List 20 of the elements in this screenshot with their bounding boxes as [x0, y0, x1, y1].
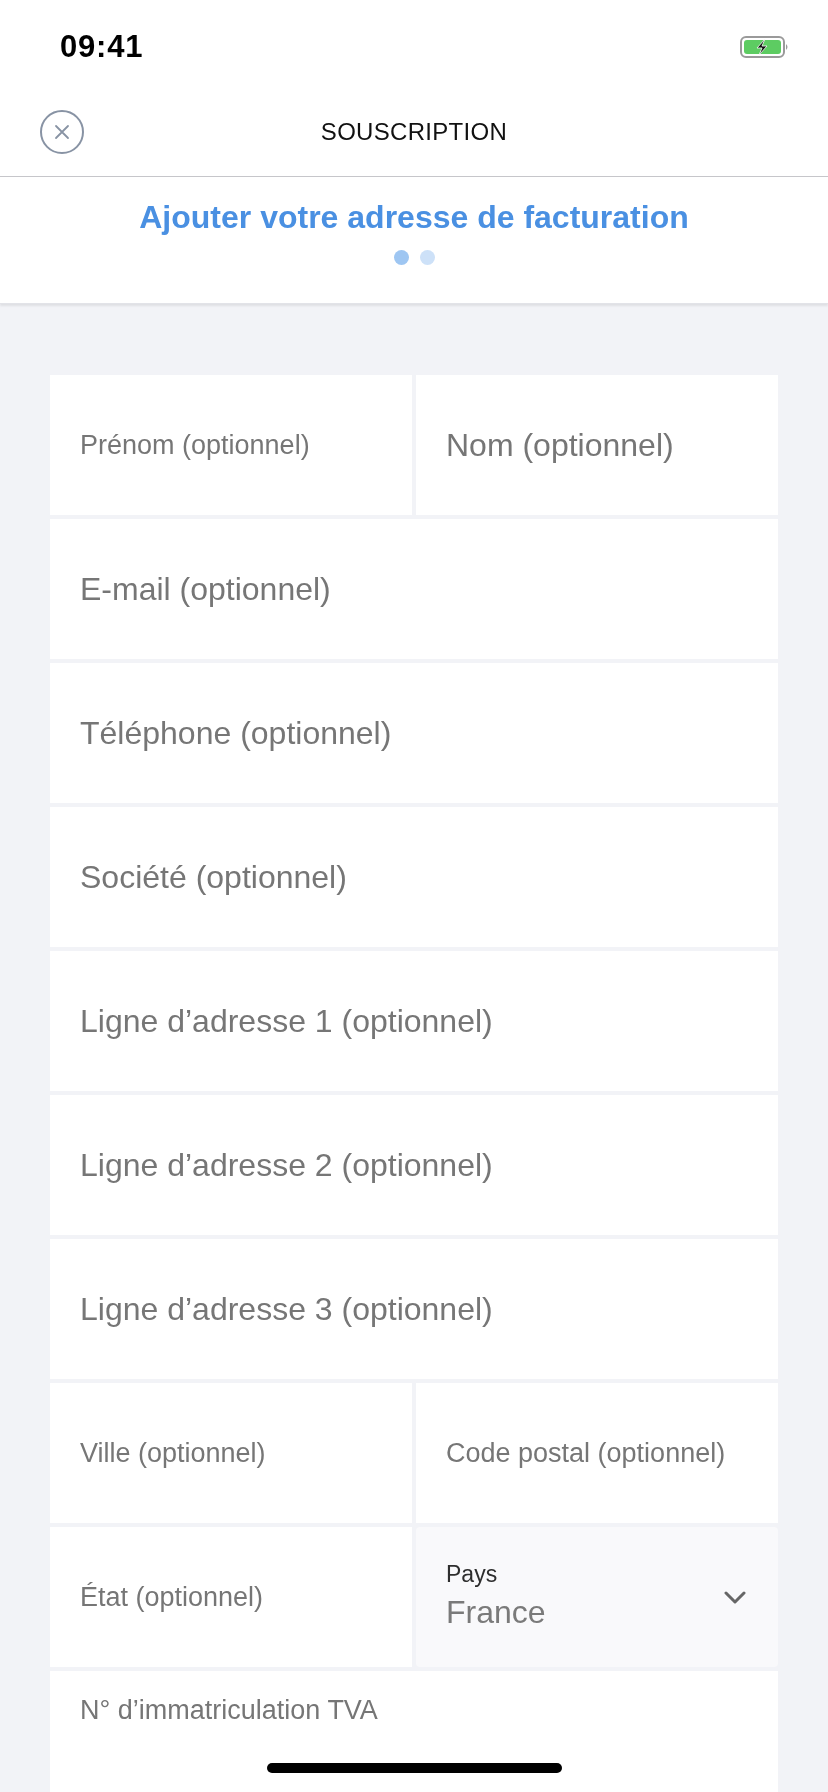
- input-field[interactable]: Ligne d’adresse 2 (optionnel): [50, 1095, 778, 1235]
- input-field[interactable]: État (optionnel): [50, 1527, 412, 1667]
- input-field[interactable]: Code postal (optionnel): [416, 1383, 778, 1523]
- close-button[interactable]: [40, 110, 84, 154]
- input-field[interactable]: Ville (optionnel): [50, 1383, 412, 1523]
- close-icon: [40, 110, 84, 154]
- input-field[interactable]: N° d’immatriculation TVA: [50, 1671, 778, 1792]
- status-time: 09:41: [60, 29, 144, 65]
- input-field[interactable]: Prénom (optionnel): [50, 375, 412, 515]
- input-field[interactable]: Ligne d’adresse 1 (optionnel): [50, 951, 778, 1091]
- input-field[interactable]: Nom (optionnel): [416, 375, 778, 515]
- input-field[interactable]: Téléphone (optionnel): [50, 663, 778, 803]
- chevron-down-icon: [724, 1590, 746, 1604]
- screen-title: SOUSCRIPTION: [320, 118, 508, 146]
- input-field[interactable]: Société (optionnel): [50, 807, 778, 947]
- country-select[interactable]: Pays France: [416, 1527, 778, 1667]
- input-field[interactable]: Ligne d’adresse 3 (optionnel): [50, 1239, 778, 1379]
- battery-charging-icon: [740, 35, 790, 59]
- input-field[interactable]: E-mail (optionnel): [50, 519, 778, 659]
- step-title: Ajouter votre adresse de facturation: [139, 198, 689, 236]
